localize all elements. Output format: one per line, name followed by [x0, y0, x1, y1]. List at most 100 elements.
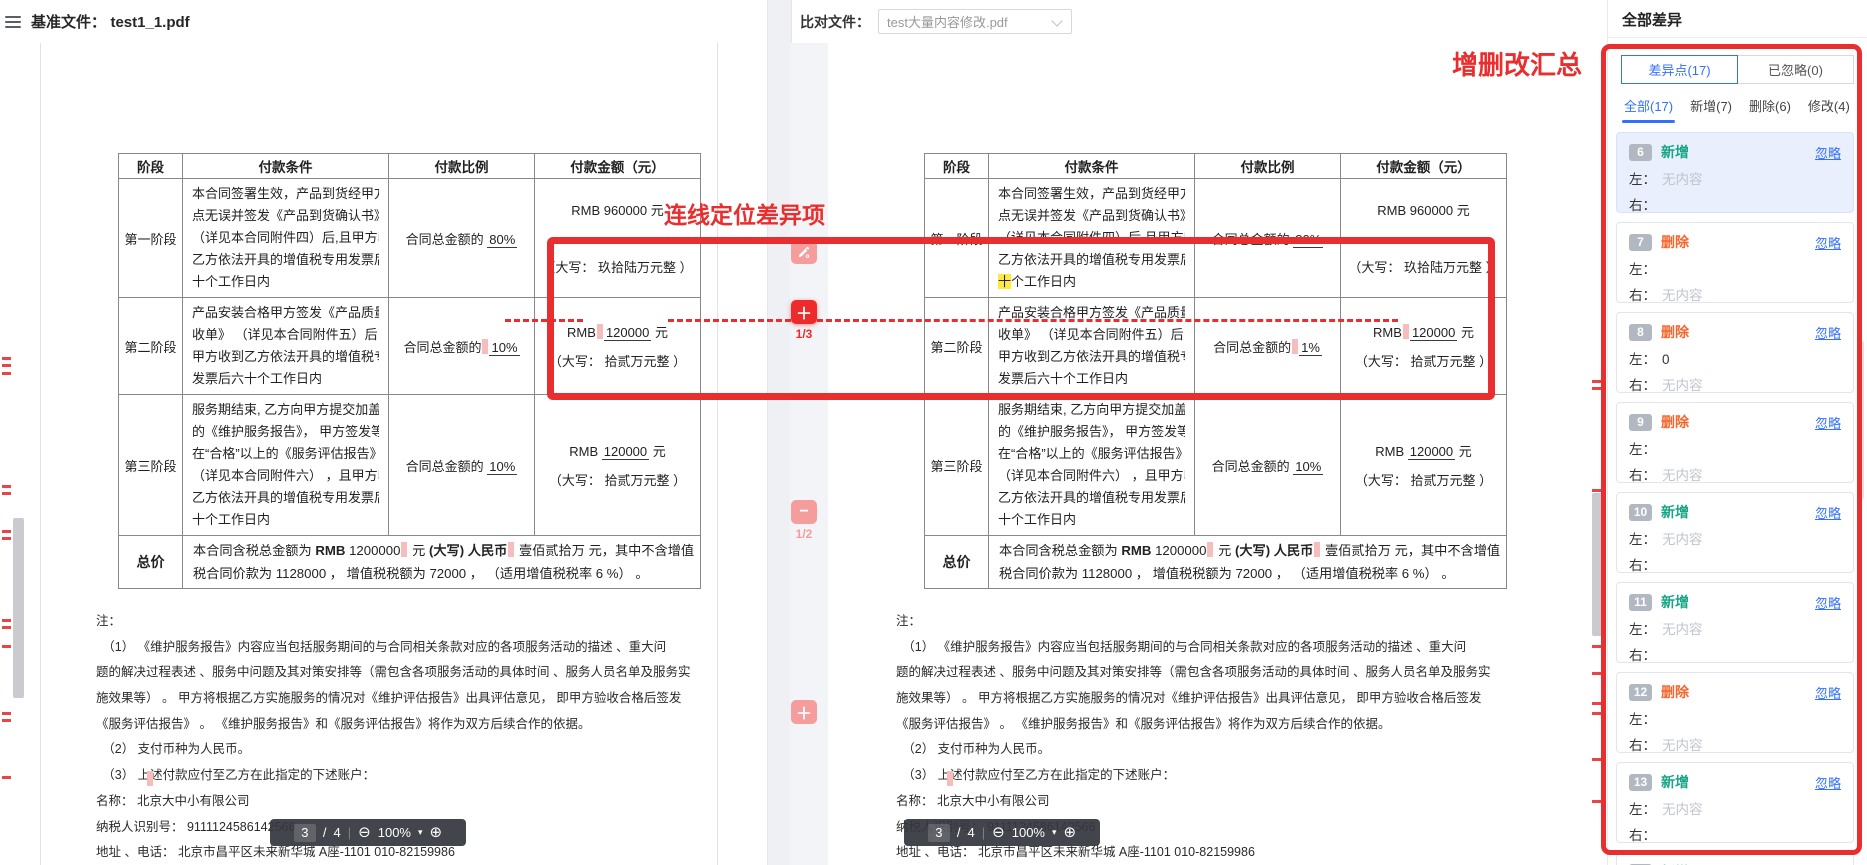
- diff-mark: [482, 339, 488, 354]
- page-number-input[interactable]: 3: [928, 824, 950, 842]
- diff-position-tick: [2, 372, 11, 375]
- ignore-link[interactable]: 忽略: [1815, 593, 1841, 612]
- diff-mark: [597, 324, 603, 339]
- diff-type-label: 删除: [1661, 682, 1689, 702]
- zoom-out-icon[interactable]: ⊖: [358, 825, 371, 840]
- diff-index-badge: 6: [1629, 144, 1652, 161]
- diff-position-tick: [2, 530, 11, 533]
- prev-diff-button[interactable]: −: [791, 500, 817, 524]
- note-line: （3） 上述付款应付至乙方在此指定的下述账户：: [96, 763, 690, 789]
- diff-filter[interactable]: 新增(7): [1690, 96, 1732, 123]
- diff-card[interactable]: 11 新增 忽略 左：无内容 右：: [1616, 582, 1854, 663]
- col-header: 付款金额（元）: [1341, 154, 1507, 179]
- compare-file-select[interactable]: test大量内容修改.pdf: [878, 9, 1072, 34]
- ignore-link[interactable]: 忽略: [1815, 773, 1841, 792]
- condition-line: 甲方收到乙方依法开具的增值税专用: [998, 346, 1185, 368]
- compare-scrollbar-thumb[interactable]: [1592, 493, 1604, 636]
- note-line: 题的解决过程表述 、服务中问题及其对策安排等（需包含各项服务活动的具体时间 、服…: [896, 660, 1490, 686]
- diff-card[interactable]: 6 新增 忽略 左：无内容 右：: [1616, 132, 1854, 213]
- col-header: 付款条件: [989, 154, 1195, 179]
- total-cell: 本合同含税总金额为 RMB 1200000 元 (大写) 人民币 壹佰贰拾万 元…: [183, 536, 701, 589]
- col-header: 付款比例: [389, 154, 535, 179]
- ratio-cell: 合同总金额的 10%: [389, 395, 535, 536]
- condition-line: 乙方依法开具的增值税专用发票后六: [192, 487, 379, 509]
- next-diff-button[interactable]: ＋: [791, 300, 817, 324]
- zoom-dropdown-caret-icon[interactable]: ▾: [418, 827, 423, 838]
- compare-document-viewer: 阶段 付款条件 付款比例 付款金额（元） 第一阶段 本合同签署生效，产品到货经甲…: [790, 43, 1607, 865]
- hamburger-menu-icon[interactable]: [5, 16, 21, 28]
- payment-schedule-table: 阶段 付款条件 付款比例 付款金额（元） 第一阶段 本合同签署生效，产品到货经甲…: [118, 153, 701, 589]
- condition-line: 点无误并签发《产品到货确认书》: [192, 205, 379, 227]
- ignore-link[interactable]: 忽略: [1815, 413, 1841, 432]
- note-line: （3） 上述付款应付至乙方在此指定的下述账户：: [896, 763, 1490, 789]
- condition-line: 的《维护服务报告》， 甲方签发等级: [998, 421, 1185, 443]
- page-total: 4: [334, 825, 341, 840]
- diff-tab[interactable]: 差异点(17): [1621, 55, 1738, 84]
- condition-cell: 服务期结束, 乙方向甲方提交加盖公章的《维护服务报告》， 甲方签发等级在“合格”…: [183, 395, 389, 536]
- stage-cell: 第一阶段: [925, 179, 989, 298]
- amount-cell: RMB 120000 元 （大写： 拾贰万元整 ）: [1341, 395, 1507, 536]
- diff-index-badge: 9: [1629, 414, 1652, 431]
- zoom-in-icon[interactable]: ⊕: [430, 825, 443, 840]
- diff-filter[interactable]: 修改(4): [1808, 96, 1850, 123]
- page-total: 4: [968, 825, 975, 840]
- annotate-pen-button[interactable]: [791, 240, 817, 264]
- diff-filter[interactable]: 删除(6): [1749, 96, 1791, 123]
- base-file-name: test1_1.pdf: [110, 14, 189, 31]
- diff-position-tick: [1592, 489, 1604, 492]
- diff-right-value: 右：: [1629, 554, 1841, 574]
- chevron-down-icon: [1051, 15, 1062, 26]
- condition-line: 十个工作日内: [998, 509, 1185, 531]
- ignore-link[interactable]: 忽略: [1815, 323, 1841, 342]
- amount-cell: RMB120000 元 （大写： 拾贰万元整 ）: [1341, 298, 1507, 395]
- diff-right-value: 右：: [1629, 824, 1841, 844]
- note-line: 注：: [96, 609, 690, 635]
- diff-type-label: 删除: [1661, 412, 1689, 432]
- col-header: 付款条件: [183, 154, 389, 179]
- diff-filter[interactable]: 全部(17): [1624, 96, 1673, 123]
- diff-position-tick: [2, 537, 11, 540]
- diff-tab[interactable]: 已忽略(0): [1737, 55, 1854, 84]
- ignore-link[interactable]: 忽略: [1815, 503, 1841, 522]
- condition-line: 本合同签署生效，产品到货经甲方清: [192, 183, 379, 205]
- page-number-input[interactable]: 3: [294, 824, 316, 842]
- stage-cell: 第三阶段: [119, 395, 183, 536]
- zoom-dropdown-caret-icon[interactable]: ▾: [1052, 827, 1057, 838]
- table-row: 第二阶段 产品安装合格甲方签发《产品质量验收单》 （详见本合同附件五）后，且甲方…: [119, 298, 701, 395]
- add-diff-button[interactable]: ＋: [791, 700, 817, 724]
- diff-left-value: 左：: [1629, 708, 1841, 728]
- amount-cell: RMB 960000 元 （大写： 玖拾陆万元整 ）: [535, 179, 701, 298]
- pdf-compare-app: 基准文件： test1_1.pdf 比对文件： test大量内容修改.pdf 阶…: [0, 0, 1867, 865]
- stage-cell: 第一阶段: [119, 179, 183, 298]
- diff-card[interactable]: 8 删除 忽略 左：0 右：无内容: [1616, 312, 1854, 393]
- sidebar-scrollbar-thumb[interactable]: [1858, 340, 1864, 500]
- sidebar-title: 全部差异: [1622, 9, 1682, 30]
- diff-position-counter: 1/3: [791, 327, 817, 341]
- diff-card[interactable]: 9 删除 忽略 左： 右：无内容: [1616, 402, 1854, 483]
- table-row: 第一阶段 本合同签署生效，产品到货经甲方清点无误并签发《产品到货确认书》（详见本…: [925, 179, 1507, 298]
- diff-card[interactable]: 10 新增 忽略 左：无内容 右：: [1616, 492, 1854, 573]
- zoom-in-icon[interactable]: ⊕: [1064, 825, 1077, 840]
- base-scrollbar-thumb[interactable]: [13, 518, 24, 698]
- diff-card[interactable]: 13 新增 忽略 左：无内容 右：: [1616, 762, 1854, 843]
- diff-position-tick: [2, 719, 11, 722]
- diff-card[interactable]: 14 新增 忽略 左： 右：: [1616, 852, 1854, 865]
- diff-card[interactable]: 12 删除 忽略 左： 右：无内容: [1616, 672, 1854, 753]
- diff-card[interactable]: 7 删除 忽略 左： 右：无内容: [1616, 222, 1854, 303]
- note-line: 注：: [896, 609, 1490, 635]
- ignore-link[interactable]: 忽略: [1815, 233, 1841, 252]
- amount-cell: RMB 960000 元 （大写： 玖拾陆万元整 ）: [1341, 179, 1507, 298]
- base-file-bar: 基准文件： test1_1.pdf: [0, 0, 767, 44]
- diff-mark: [147, 771, 153, 786]
- ratio-cell: 合同总金额的 10%: [1195, 395, 1341, 536]
- note-line: 《服务评估报告》 。 《维护服务报告》和《服务评估报告》将作为双方后续合作的依据…: [96, 712, 690, 738]
- diff-position-tick: [1592, 672, 1604, 675]
- zoom-level: 100%: [378, 825, 411, 840]
- condition-line: 产品安装合格甲方签发《产品质量验: [192, 302, 379, 324]
- ignore-link[interactable]: 忽略: [1815, 683, 1841, 702]
- diff-right-value: 右：无内容: [1629, 734, 1841, 754]
- ignore-link[interactable]: 忽略: [1815, 143, 1841, 162]
- diff-position-tick: [1592, 800, 1604, 803]
- zoom-out-icon[interactable]: ⊖: [992, 825, 1005, 840]
- condition-cell: 产品安装合格甲方签发《产品质量验收单》 （详见本合同附件五）后，且甲方收到乙方依…: [989, 298, 1195, 395]
